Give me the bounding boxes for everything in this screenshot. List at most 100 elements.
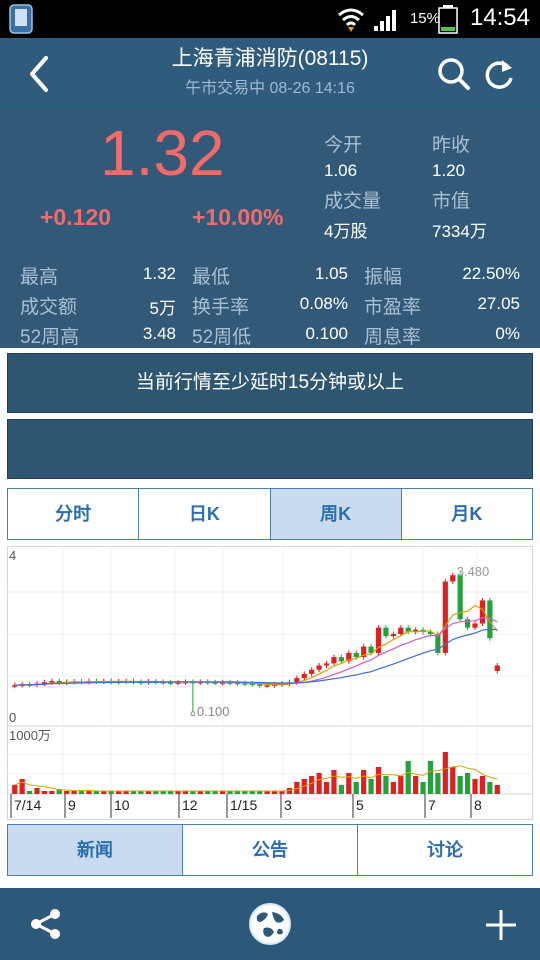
market-cap-label: 市值 — [432, 191, 471, 212]
low-marker — [190, 711, 196, 717]
header: 上海青浦消防(08115) 午市交易中 08-26 14:16 — [0, 38, 540, 108]
tab-monthly-k[interactable]: 月K — [402, 489, 532, 539]
phone-icon — [9, 4, 33, 34]
weekly-k-chart[interactable]: 4 0 1000万 0.100 3.480 7/14 9 10 12 1/15 3 5 7 8 — [7, 546, 533, 820]
volume-bar — [78, 791, 85, 794]
max-annotation: 3.480 — [457, 564, 490, 579]
stat-value: 5万 — [149, 299, 176, 318]
stat-label: 52周低 — [192, 327, 252, 348]
volume-bar — [41, 791, 48, 794]
refresh-icon[interactable] — [482, 56, 516, 92]
tab-weekly-k[interactable]: 周K — [270, 489, 402, 539]
banner-placeholder[interactable] — [7, 419, 533, 479]
stat-value: 0.08% — [299, 294, 348, 313]
volume-bar — [487, 782, 493, 794]
volume-bar — [494, 785, 500, 794]
volume-bar — [316, 773, 322, 794]
stat-label: 成交额 — [20, 297, 78, 318]
open-value: 1.06 — [324, 161, 358, 180]
candle — [398, 627, 404, 634]
stat-value: 0% — [495, 324, 520, 343]
candle — [390, 634, 396, 637]
delay-notice: 当前行情至少延时15分钟或以上 — [7, 353, 533, 413]
volume-bar — [26, 791, 33, 794]
volume-bar — [49, 791, 55, 794]
tab-news[interactable]: 新闻 — [8, 825, 183, 875]
stat-value: 27.05 — [477, 294, 520, 313]
stat-label: 周息率 — [364, 327, 422, 348]
volume-bar — [472, 779, 478, 794]
status-bar: 15% 14:54 — [0, 0, 540, 38]
add-icon[interactable] — [484, 908, 518, 942]
price-change-percent: +10.00% — [192, 204, 284, 230]
volume-bar — [338, 785, 344, 794]
globe-icon[interactable] — [248, 902, 292, 946]
volume-bar — [479, 776, 486, 794]
volume-bar — [34, 788, 40, 794]
volume-bar — [383, 776, 389, 794]
volume-value: 4万股 — [324, 222, 368, 241]
volume-bar — [353, 782, 359, 794]
candle — [383, 627, 389, 637]
tab-daily-k[interactable]: 日K — [139, 489, 271, 539]
tab-intraday[interactable]: 分时 — [8, 489, 140, 539]
candle — [331, 657, 337, 664]
stat-value: 1.05 — [314, 264, 348, 283]
wifi-icon — [338, 8, 364, 32]
candle — [316, 665, 322, 670]
volume-bar — [390, 782, 396, 794]
stat-label: 换手率 — [192, 297, 250, 318]
candle — [353, 652, 359, 658]
x-axis-tick-label: 7/14 — [14, 797, 41, 813]
volume-bar — [413, 776, 419, 794]
prev-close-label: 昨收 — [432, 135, 471, 156]
chart-period-tabs: 分时 日K 周K 月K — [7, 488, 533, 540]
x-axis-tick-label: 8 — [474, 797, 482, 813]
prev-close-value: 1.20 — [432, 161, 466, 180]
volume-label: 成交量 — [324, 191, 382, 212]
volume-bar — [12, 785, 18, 794]
volume-bar — [19, 779, 25, 794]
stat-label: 52周高 — [20, 327, 80, 348]
candle — [264, 685, 270, 687]
volume-bar — [64, 791, 70, 794]
volume-bar — [323, 782, 330, 794]
volume-bar — [420, 782, 426, 794]
candle — [472, 623, 478, 628]
x-axis-tick-label: 9 — [68, 797, 76, 813]
stat-label: 最低 — [192, 267, 231, 288]
volume-bar — [405, 761, 411, 794]
x-axis-tick-label: 3 — [284, 797, 292, 813]
x-axis-tick-label: 12 — [182, 797, 198, 813]
stat-value: 3.48 — [142, 324, 176, 343]
tab-announcements[interactable]: 公告 — [183, 825, 358, 875]
stat-label: 振幅 — [364, 267, 403, 288]
volume-bar — [435, 773, 441, 794]
volume-bar — [361, 770, 367, 794]
search-icon[interactable] — [436, 56, 472, 92]
stat-value: 1.32 — [142, 264, 176, 283]
share-icon[interactable] — [30, 908, 62, 940]
volume-bar — [375, 767, 382, 794]
volume-bar — [450, 767, 456, 794]
candle — [323, 663, 330, 666]
x-axis-tick-label: 10 — [114, 797, 130, 813]
quote-panel: 1.32 +0.120 +10.00% 今开 昨收 1.06 1.20 成交量 … — [0, 108, 540, 348]
market-cap-value: 7334万 — [432, 222, 487, 241]
volume-bar — [86, 791, 92, 794]
volume-bar — [464, 773, 471, 794]
volume-bar — [398, 776, 404, 794]
current-price: 1.32 — [100, 117, 225, 189]
volume-bar — [427, 761, 434, 794]
battery-icon — [438, 5, 458, 34]
candle — [309, 669, 315, 674]
tab-discussion[interactable]: 讨论 — [358, 825, 532, 875]
volume-bar — [309, 776, 315, 794]
x-axis-tick-label: 5 — [356, 797, 364, 813]
y-axis-bottom-label: 0 — [9, 710, 16, 725]
volume-bar — [457, 776, 463, 794]
stat-value: 0.100 — [305, 324, 348, 343]
bottom-nav — [0, 888, 540, 960]
clock: 14:54 — [469, 4, 530, 31]
x-axis-tick-label: 7 — [428, 797, 436, 813]
